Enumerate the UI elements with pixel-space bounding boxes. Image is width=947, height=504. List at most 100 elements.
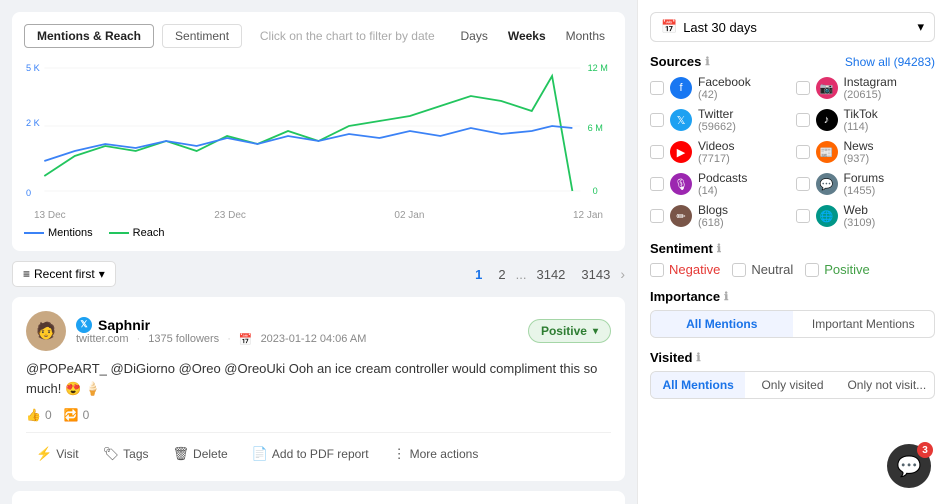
sentiment-info-icon[interactable]: ℹ <box>717 242 721 255</box>
next-page-arrow[interactable]: › <box>620 266 625 282</box>
page-3142[interactable]: 3142 <box>530 265 571 284</box>
chart-period: Days Weeks Months <box>452 26 613 46</box>
right-panel: 📅 Last 30 days ▾ Sources ℹ Show all (942… <box>637 0 947 504</box>
legend-mentions-label: Mentions <box>48 227 93 239</box>
importance-important-button[interactable]: Important Mentions <box>793 311 935 337</box>
chat-bubble[interactable]: 💬 3 <box>887 444 931 488</box>
source-item-videos: ▶ Videos (7717) <box>650 139 790 165</box>
source-checkbox-blogs[interactable] <box>650 209 664 223</box>
more-actions-button-1[interactable]: ⋮ More actions <box>383 441 489 467</box>
source-label-blogs: Blogs (618) <box>698 203 728 229</box>
date-filter[interactable]: 📅 Last 30 days ▾ <box>650 12 935 42</box>
post-actions-1: ⚡ Visit 🏷 Tags 🗑 Delete 📄 Add to PDF rep… <box>26 432 611 467</box>
retweet-icon: 🔁 <box>64 408 79 422</box>
source-label-web: Web (3109) <box>844 203 876 229</box>
sentiment-positive-item[interactable]: Positive <box>805 262 870 277</box>
post-text-1: @POPeART_ @DiGiorno @Oreo @OreoUki Ooh a… <box>26 359 611 398</box>
chat-icon: 💬 <box>897 454 922 479</box>
page-2[interactable]: 2 <box>492 265 511 284</box>
visited-info-icon[interactable]: ℹ <box>696 351 700 364</box>
sources-info-icon[interactable]: ℹ <box>705 55 709 68</box>
like-icon: 👍 <box>26 408 41 422</box>
visited-not-button[interactable]: Only not visit... <box>840 372 934 398</box>
legend-reach-label: Reach <box>133 227 165 239</box>
avatar-1: 🧑 <box>26 311 66 351</box>
sentiment-negative-checkbox[interactable] <box>650 263 664 277</box>
source-checkbox-forums[interactable] <box>796 177 810 191</box>
pagination: 1 2 ... 3142 3143 › <box>469 265 625 284</box>
svg-text:0: 0 <box>26 188 31 198</box>
source-item-forums: 💬 Forums (1455) <box>796 171 936 197</box>
source-url-1: twitter.com <box>76 333 129 345</box>
source-checkbox-facebook[interactable] <box>650 81 664 95</box>
source-checkbox-news[interactable] <box>796 145 810 159</box>
show-all-count: (94283) <box>894 55 935 69</box>
post-meta-1: Saphnir twitter.com · 1375 followers · 📅… <box>76 317 518 346</box>
pdf-button-1[interactable]: 📄 Add to PDF report <box>242 441 379 467</box>
sentiment-title: Sentiment ℹ <box>650 241 935 256</box>
chart-svg[interactable]: 5 K 2 K 0 12 M 6 M 0 <box>24 56 613 206</box>
delete-icon: 🗑 <box>173 446 190 462</box>
tab-sentiment[interactable]: Sentiment <box>162 24 242 48</box>
source-icon-twitter: 𝕏 <box>670 109 692 131</box>
date-filter-left: 📅 Last 30 days <box>661 19 757 35</box>
delete-button-1[interactable]: 🗑 Delete <box>163 441 238 467</box>
chart-label-4: 12 Jan <box>573 210 603 221</box>
source-icon-tiktok: ♪ <box>816 109 838 131</box>
source-checkbox-tiktok[interactable] <box>796 113 810 127</box>
source-label-facebook: Facebook (42) <box>698 75 751 101</box>
sentiment-neutral-item[interactable]: Neutral <box>732 262 793 277</box>
sentiment-neutral-checkbox[interactable] <box>732 263 746 277</box>
show-all-sources[interactable]: Show all (94283) <box>845 55 935 69</box>
post-reactions-1: 👍 0 🔁 0 <box>26 408 611 422</box>
left-panel: Mentions & Reach Sentiment Click on the … <box>0 0 637 504</box>
followers-1: 1375 followers <box>148 333 219 345</box>
tags-button-1[interactable]: 🏷 Tags <box>93 441 159 467</box>
pdf-label-1: Add to PDF report <box>272 447 369 461</box>
source-label-news: News (937) <box>844 139 874 165</box>
sort-button[interactable]: ≡ Recent first ▾ <box>12 261 116 287</box>
chart-legend: Mentions Reach <box>24 227 613 239</box>
source-icon-blogs: ✏ <box>670 205 692 227</box>
importance-all-button[interactable]: All Mentions <box>651 311 793 337</box>
visited-title-text: Visited <box>650 350 692 365</box>
calendar-icon-1: 📅 <box>239 333 253 346</box>
sentiment-label-1: Positive <box>541 324 587 338</box>
period-days[interactable]: Days <box>452 26 495 46</box>
source-checkbox-twitter[interactable] <box>650 113 664 127</box>
source-checkbox-web[interactable] <box>796 209 810 223</box>
page-1[interactable]: 1 <box>469 265 488 284</box>
visited-all-button[interactable]: All Mentions <box>651 372 745 398</box>
importance-info-icon[interactable]: ℹ <box>724 290 728 303</box>
source-checkbox-podcasts[interactable] <box>650 177 664 191</box>
page-3143[interactable]: 3143 <box>575 265 616 284</box>
sentiment-chevron-1: ▾ <box>593 326 598 337</box>
importance-title-text: Importance <box>650 289 720 304</box>
visit-button-1[interactable]: ⚡ Visit <box>26 441 89 467</box>
source-checkbox-videos[interactable] <box>650 145 664 159</box>
importance-row: All Mentions Important Mentions <box>650 310 935 338</box>
source-label-instagram: Instagram (20615) <box>844 75 897 101</box>
sentiment-negative-item[interactable]: Negative <box>650 262 720 277</box>
visited-only-button[interactable]: Only visited <box>745 372 839 398</box>
show-all-label: Show all <box>845 55 890 69</box>
legend-mentions: Mentions <box>24 227 93 239</box>
source-item-instagram: 📷 Instagram (20615) <box>796 75 936 101</box>
importance-title: Importance ℹ <box>650 289 935 304</box>
source-icon-instagram: 📷 <box>816 77 838 99</box>
tab-mentions-reach[interactable]: Mentions & Reach <box>24 24 154 48</box>
author-name-1: Saphnir <box>98 317 150 333</box>
more-label-1: More actions <box>410 447 479 461</box>
sentiment-positive-checkbox[interactable] <box>805 263 819 277</box>
svg-text:12 M: 12 M <box>588 63 608 73</box>
source-checkbox-instagram[interactable] <box>796 81 810 95</box>
sources-title-text: Sources <box>650 54 701 69</box>
list-controls: ≡ Recent first ▾ 1 2 ... 3142 3143 › <box>12 261 625 287</box>
period-months[interactable]: Months <box>558 26 613 46</box>
importance-section: Importance ℹ All Mentions Important Ment… <box>650 289 935 338</box>
period-weeks[interactable]: Weeks <box>500 26 554 46</box>
source-label-tiktok: TikTok (114) <box>844 107 878 133</box>
post-source-info-1: twitter.com · 1375 followers · 📅 2023-01… <box>76 333 518 346</box>
sentiment-badge-1[interactable]: Positive ▾ <box>528 319 611 343</box>
sentiment-section: Sentiment ℹ Negative Neutral Positive <box>650 241 935 277</box>
